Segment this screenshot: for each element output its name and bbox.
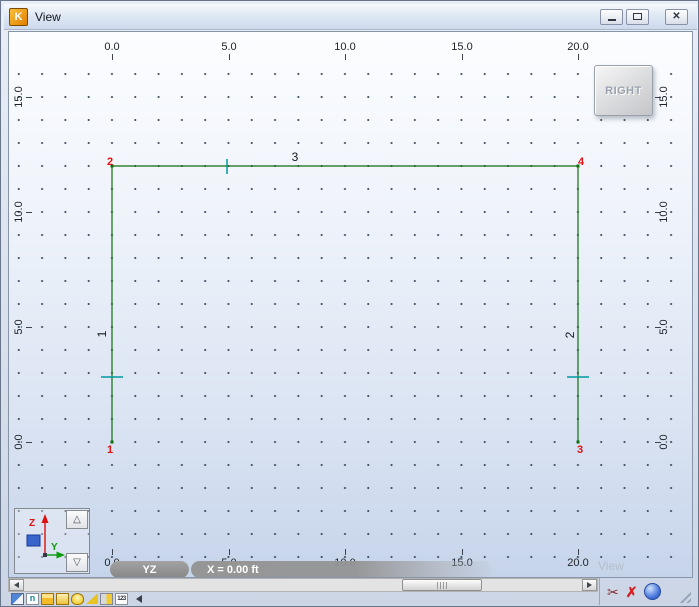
section-view-icon[interactable]	[100, 592, 113, 605]
scroll-right-button[interactable]	[582, 579, 597, 591]
measure-tool-icon[interactable]	[86, 593, 98, 604]
coordinate-axes: Z Y	[26, 514, 65, 559]
window-resize-grip[interactable]	[679, 591, 691, 603]
toolbar-scroll-left-button[interactable]	[136, 594, 142, 603]
minimize-button[interactable]	[600, 8, 623, 25]
rotate-up-button[interactable]: △	[66, 510, 88, 529]
wireframe-icon[interactable]: n	[26, 592, 39, 605]
scroll-right-icon	[587, 582, 592, 588]
delete-icon[interactable]: ✗	[626, 585, 638, 599]
lighting-icon[interactable]	[71, 592, 84, 605]
node-label-1: 1	[106, 444, 114, 456]
work-plane-icon	[26, 534, 41, 547]
horizontal-scrollbar[interactable]	[8, 578, 598, 592]
scroll-left-button[interactable]	[9, 579, 24, 591]
close-icon: ✕	[672, 10, 681, 22]
node-label-2: 2	[106, 156, 114, 168]
work-plane-badge: YZ	[110, 561, 189, 577]
show-numbering-icon[interactable]: 123	[115, 592, 128, 605]
structure-drawing	[101, 159, 589, 444]
render-mode-icon[interactable]	[11, 592, 24, 605]
node-label-4: 4	[577, 156, 585, 168]
member-midpoint-ticks	[101, 159, 589, 378]
node-label-3: 3	[576, 444, 584, 456]
window-title: View	[35, 9, 61, 24]
maximize-icon	[633, 13, 642, 20]
maximize-button[interactable]	[626, 8, 649, 25]
member-label-2: 2	[563, 331, 577, 339]
y-axis-label: Y	[51, 542, 58, 553]
view-window: K View ✕ 0.0 5.0 10.0 15.0 20.0 0.0 5.0 …	[0, 0, 699, 607]
origin-point-icon	[43, 553, 47, 557]
y-axis-arrowhead	[56, 551, 65, 559]
drawing-canvas[interactable]: 0.0 5.0 10.0 15.0 20.0 0.0 5.0 10.0 15.0…	[8, 31, 693, 578]
rotate-down-button[interactable]: ▽	[66, 553, 88, 572]
window-controls: ✕	[597, 8, 697, 25]
scrollbar-thumb[interactable]	[402, 579, 482, 591]
open-folder-icon[interactable]	[41, 592, 54, 605]
view-direction-button[interactable]: RIGHT	[594, 65, 653, 116]
minimize-icon	[607, 19, 616, 21]
view-toolbar: n 123	[8, 592, 598, 605]
coordinate-badge: X = 0.00 ft	[191, 561, 492, 577]
scissors-icon[interactable]: ✂	[607, 585, 619, 599]
member-label-1: 1	[95, 330, 109, 338]
thumb-grip-icon	[436, 581, 448, 589]
titlebar[interactable]: K View ✕	[4, 4, 697, 30]
member-label-3: 3	[291, 150, 299, 164]
close-button[interactable]: ✕	[665, 8, 688, 25]
bottom-right-tools: ✂ ✗	[599, 578, 693, 605]
scroll-left-icon	[14, 582, 19, 588]
axis-navigator: Z Y △ ▽	[14, 508, 90, 574]
members	[111, 165, 579, 442]
globe-icon[interactable]	[644, 583, 662, 600]
show-loads-icon[interactable]	[56, 592, 69, 605]
nodes	[110, 164, 580, 444]
z-axis-label: Z	[29, 518, 35, 529]
app-icon[interactable]: K	[9, 7, 28, 26]
z-axis-arrowhead	[41, 514, 49, 523]
